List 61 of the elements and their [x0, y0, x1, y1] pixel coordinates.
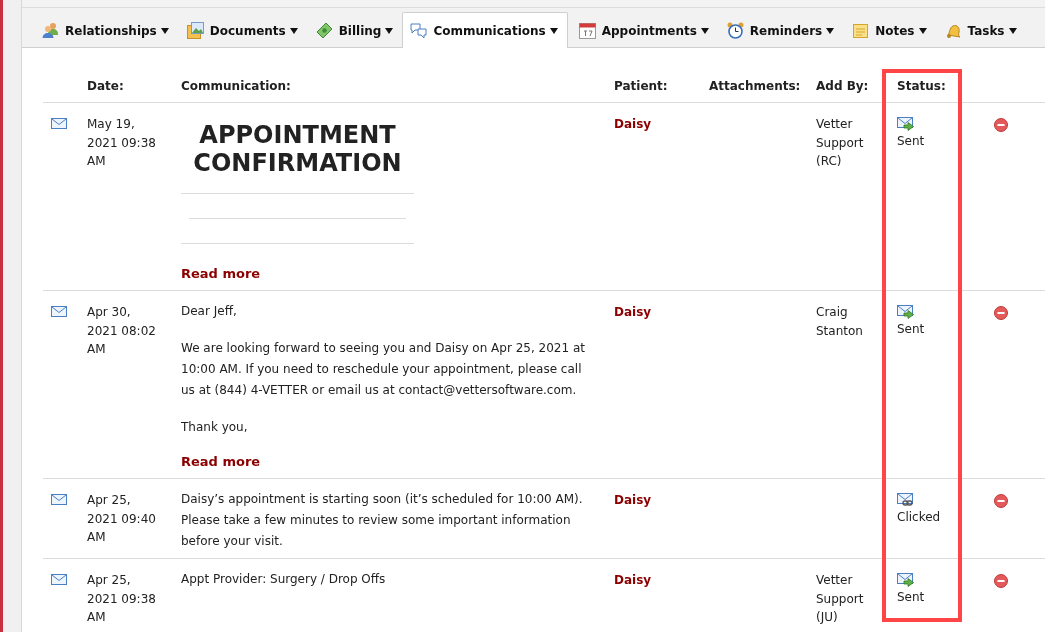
tab[interactable]: Relationships	[33, 12, 176, 48]
people-icon	[42, 22, 59, 39]
message-text: Dear Jeff,	[181, 303, 238, 320]
tab[interactable]: Tasks	[935, 12, 1024, 48]
message-text: We are looking forward to seeing you and Daisy on Apr 25, 2021 at 10:00 AM. If you need to reschedule your appointment, please call us at (844) 4-VETTER or email us at contact@vettersoftware.com.	[181, 340, 586, 399]
tab[interactable]: Appointments	[569, 12, 716, 48]
added-by-text: Vetter Support (JU)	[816, 572, 865, 626]
caret-icon	[1008, 27, 1017, 34]
email-heading: APPOINTMENT CONFIRMATION	[192, 121, 403, 177]
patient-link[interactable]: Daisy	[614, 571, 652, 590]
message-text: Appt Provider: Surgery / Drop Offs	[181, 571, 387, 588]
column-header: Status:	[897, 78, 947, 95]
added-by-text: Vetter Support (RC)	[816, 116, 865, 170]
caret-icon	[385, 27, 394, 34]
caret-icon	[826, 27, 835, 34]
column-header: Add By:	[816, 78, 870, 95]
picture-icon	[186, 22, 204, 39]
alarm-clock-icon	[726, 22, 744, 39]
calendar-icon	[578, 22, 596, 39]
column-header: Communication:	[181, 78, 292, 95]
date-text: Apr 25, 2021 09:38 AM	[87, 572, 157, 626]
minus-circle-icon[interactable]	[994, 574, 1008, 588]
minus-circle-icon[interactable]	[994, 118, 1008, 132]
note-icon	[852, 22, 870, 39]
caret-icon	[289, 27, 298, 34]
tab[interactable]: Reminders	[717, 12, 842, 48]
caret-icon	[918, 27, 927, 34]
envelope-icon	[51, 574, 67, 585]
tab[interactable]: Documents	[177, 12, 305, 48]
tab[interactable]: Billing	[306, 12, 401, 48]
envelope-icon	[51, 494, 67, 505]
column-header: Attachments:	[709, 78, 802, 95]
status-text: Clicked	[897, 509, 941, 526]
date-text: Apr 30, 2021 08:02 AM	[87, 304, 157, 358]
tab[interactable]: Communications	[402, 12, 568, 48]
message-text: Thank you,	[181, 419, 249, 436]
envelope-icon	[51, 118, 67, 129]
tab[interactable]: Notes	[843, 12, 934, 48]
patient-link[interactable]: Daisy	[614, 115, 652, 134]
patient-link[interactable]: Daisy	[614, 491, 652, 510]
column-header: Patient:	[614, 78, 669, 95]
minus-circle-icon[interactable]	[994, 306, 1008, 320]
bell-icon	[944, 22, 962, 39]
caret-icon	[700, 27, 709, 34]
added-by-text: Craig Stanton	[816, 304, 864, 340]
column-header: Date:	[87, 78, 125, 95]
envelope-icon	[51, 306, 67, 317]
speech-bubbles-icon	[410, 22, 428, 39]
status-text: Sent	[897, 133, 925, 150]
banknote-icon	[315, 22, 333, 39]
caret-icon	[549, 27, 558, 34]
caret-icon	[160, 27, 169, 34]
read-more-link[interactable]: Read more	[181, 263, 261, 284]
date-text: May 19, 2021 09:38 AM	[87, 116, 157, 170]
read-more-link[interactable]: Read more	[181, 451, 261, 472]
status-text: Sent	[897, 589, 925, 606]
minus-circle-icon[interactable]	[994, 494, 1008, 508]
patient-link[interactable]: Daisy	[614, 303, 652, 322]
date-text: Apr 25, 2021 09:40 AM	[87, 492, 157, 546]
status-text: Sent	[897, 321, 925, 338]
message-text: Daisy’s appointment is starting soon (it’s scheduled for 10:00 AM). Please take a few minutes to review some important information before your visit.	[181, 491, 584, 550]
